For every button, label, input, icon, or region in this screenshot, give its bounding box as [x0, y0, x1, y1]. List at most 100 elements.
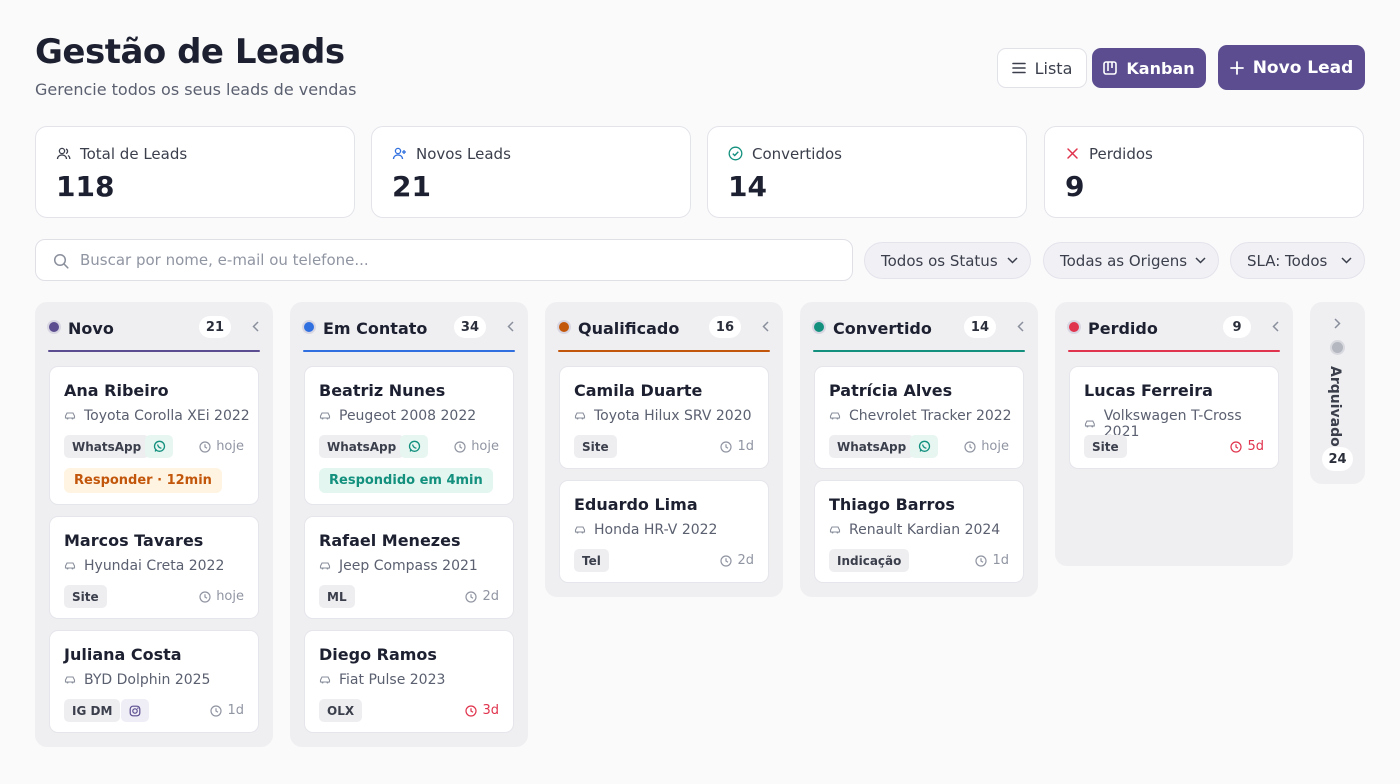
instagram-badge [121, 699, 149, 722]
kanban-column: Qualificado 16 Camila Duarte Toyota Hilux S… [545, 302, 783, 597]
lead-origin-tag: WhatsApp [64, 435, 150, 458]
lead-vehicle-label: Toyota Corolla XEi 2022 [84, 408, 250, 424]
lead-age-label: hoje [216, 439, 244, 454]
stat-label: Perdidos [1089, 145, 1153, 163]
lead-name: Diego Ramos [319, 645, 437, 664]
new-lead-button[interactable]: Novo Lead [1218, 45, 1365, 90]
kanban-view-button[interactable]: Kanban [1092, 48, 1206, 88]
column-accent-line [1068, 350, 1280, 352]
collapse-chevron-icon[interactable] [1272, 321, 1279, 332]
lead-vehicle: Toyota Hilux SRV 2020 [574, 408, 752, 424]
collapse-chevron-icon[interactable] [507, 321, 514, 332]
lead-card[interactable]: Thiago Barros Renault Kardian 2024 Indicaç… [814, 480, 1024, 583]
column-color-dot [47, 320, 61, 334]
lead-vehicle: Jeep Compass 2021 [319, 558, 478, 574]
clock-icon [1230, 440, 1243, 453]
lead-card[interactable]: Beatriz Nunes Peugeot 2008 2022 WhatsApp ho… [304, 366, 514, 505]
lead-age: 1d [720, 439, 754, 454]
stat-card-lost: Perdidos 9 [1044, 126, 1364, 218]
car-icon [829, 412, 841, 420]
sla-filter[interactable]: SLA: Todos [1230, 242, 1365, 279]
user-plus-icon [392, 147, 406, 160]
lead-vehicle: Hyundai Creta 2022 [64, 558, 224, 574]
kanban-column: Convertido 14 Patrícia Alves Chevrolet Trac… [800, 302, 1038, 597]
column-count: 14 [963, 316, 996, 338]
car-icon [319, 676, 331, 684]
whatsapp-icon [408, 440, 420, 452]
users-icon [56, 147, 71, 160]
whatsapp-icon [153, 440, 165, 452]
lead-origin-tag: OLX [319, 699, 363, 722]
lead-vehicle: Renault Kardian 2024 [829, 522, 1000, 538]
lead-card[interactable]: Ana Ribeiro Toyota Corolla XEi 2022 WhatsA… [49, 366, 259, 505]
column-title: Em Contato [323, 319, 428, 338]
car-icon [64, 412, 76, 420]
column-title: Qualificado [578, 319, 680, 338]
lead-card[interactable]: Rafael Menezes Jeep Compass 2021 ML 2d [304, 516, 514, 619]
page-title: Gestão de Leads [35, 32, 345, 72]
column-color-dot [812, 320, 826, 334]
collapse-chevron-icon[interactable] [1017, 321, 1024, 332]
lead-age-label: 2d [482, 589, 499, 604]
status-filter[interactable]: Todos os Status [864, 242, 1031, 279]
lead-age: 5d [1230, 439, 1264, 454]
chevron-down-icon [1195, 257, 1206, 264]
lead-origin-tag: WhatsApp [319, 435, 405, 458]
lead-age: 2d [720, 553, 754, 568]
lead-name: Rafael Menezes [319, 531, 461, 550]
search-input[interactable] [80, 240, 840, 280]
lead-vehicle: Honda HR-V 2022 [574, 522, 717, 538]
archived-column[interactable]: Arquivado 24 [1310, 302, 1365, 484]
whatsapp-icon [918, 440, 930, 452]
column-count: 34 [453, 316, 486, 338]
car-icon [574, 526, 586, 534]
lead-card[interactable]: Eduardo Lima Honda HR-V 2022 Tel 2d [559, 480, 769, 583]
list-view-label: Lista [1034, 58, 1073, 78]
car-icon [1084, 420, 1095, 428]
lead-vehicle-label: Peugeot 2008 2022 [339, 408, 477, 424]
lead-age-label: hoje [471, 439, 499, 454]
column-count: 9 [1223, 316, 1251, 338]
lead-origin-tag: IG DM [64, 699, 121, 722]
stat-label: Novos Leads [416, 145, 511, 163]
column-color-dot [302, 320, 316, 334]
lead-origin-tag: Site [574, 435, 617, 458]
lead-origin-tag: WhatsApp [829, 435, 915, 458]
lead-vehicle: BYD Dolphin 2025 [64, 672, 210, 688]
page-subtitle: Gerencie todos os seus leads de vendas [35, 80, 357, 99]
clock-icon [964, 440, 976, 453]
lead-card[interactable]: Lucas Ferreira Volkswagen T-Cross 2021 Sit… [1069, 366, 1279, 469]
stat-card-new: Novos Leads 21 [371, 126, 691, 218]
lead-name: Marcos Tavares [64, 531, 204, 550]
lead-card[interactable]: Patrícia Alves Chevrolet Tracker 2022 What… [814, 366, 1024, 469]
lead-name: Ana Ribeiro [64, 381, 169, 400]
whatsapp-badge [145, 435, 173, 458]
kanban-column: Novo 21 Ana Ribeiro Toyota Corolla XEi 2022… [35, 302, 273, 747]
lead-card[interactable]: Diego Ramos Fiat Pulse 2023 OLX 3d [304, 630, 514, 733]
lead-card[interactable]: Marcos Tavares Hyundai Creta 2022 Site hoje [49, 516, 259, 619]
lead-vehicle-label: Jeep Compass 2021 [339, 558, 478, 574]
car-icon [829, 526, 841, 534]
lead-name: Beatriz Nunes [319, 381, 446, 400]
column-accent-line [813, 350, 1025, 352]
lead-vehicle-label: Fiat Pulse 2023 [339, 672, 446, 688]
kanban-column: Perdido 9 Lucas Ferreira Volkswagen T-Cross… [1055, 302, 1293, 566]
instagram-icon [129, 705, 141, 716]
column-accent-line [558, 350, 770, 352]
lead-age: 1d [210, 703, 244, 718]
origin-filter[interactable]: Todas as Origens [1043, 242, 1219, 279]
collapse-chevron-icon[interactable] [252, 321, 259, 332]
lead-vehicle: Peugeot 2008 2022 [319, 408, 476, 424]
lead-name: Eduardo Lima [574, 495, 698, 514]
lead-vehicle-label: Hyundai Creta 2022 [84, 558, 225, 574]
lead-name: Juliana Costa [64, 645, 182, 664]
status-filter-value: Todos os Status [881, 251, 998, 270]
list-view-button[interactable]: Lista [997, 48, 1087, 88]
collapse-chevron-icon[interactable] [762, 321, 769, 332]
column-header: Perdido 9 [1055, 302, 1293, 352]
lead-card[interactable]: Camila Duarte Toyota Hilux SRV 2020 Site 1d [559, 366, 769, 469]
clock-icon [210, 704, 223, 717]
search-box [35, 239, 853, 281]
lead-vehicle-label: Chevrolet Tracker 2022 [849, 408, 1012, 424]
lead-card[interactable]: Juliana Costa BYD Dolphin 2025 IG DM 1d [49, 630, 259, 733]
